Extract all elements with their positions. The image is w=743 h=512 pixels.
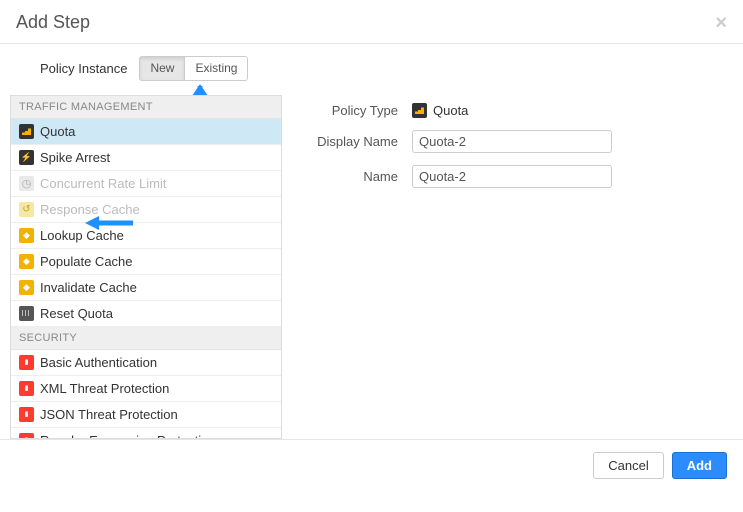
policy-item-json-threat[interactable]: JSON Threat Protection	[11, 402, 281, 428]
policy-item-quota[interactable]: Quota	[11, 119, 281, 145]
policy-item-label: Populate Cache	[40, 254, 133, 269]
close-icon[interactable]: ×	[715, 13, 727, 33]
policy-item-populate-cache[interactable]: Populate Cache	[11, 249, 281, 275]
policy-item-label: Basic Authentication	[40, 355, 157, 370]
existing-toggle-button[interactable]: Existing	[185, 56, 248, 81]
modal-title: Add Step	[16, 12, 90, 33]
policy-item-invalidate-cache[interactable]: Invalidate Cache	[11, 275, 281, 301]
spike-arrest-icon	[19, 150, 34, 165]
display-name-input[interactable]	[412, 130, 612, 153]
policy-instance-toggle: New Existing	[139, 56, 248, 81]
modal-header: Add Step ×	[0, 0, 743, 44]
policy-item-xml-threat[interactable]: XML Threat Protection	[11, 376, 281, 402]
policy-sidebar[interactable]: TRAFFIC MANAGEMENT Quota Spike Arrest Co…	[10, 95, 282, 439]
display-name-label: Display Name	[302, 134, 412, 149]
section-header-traffic: TRAFFIC MANAGEMENT	[11, 96, 281, 119]
concurrent-rate-limit-icon	[19, 176, 34, 191]
policy-instance-row: Policy Instance New Existing	[10, 56, 733, 89]
policy-item-basic-auth[interactable]: Basic Authentication	[11, 350, 281, 376]
populate-cache-icon	[19, 254, 34, 269]
basic-auth-icon	[19, 355, 34, 370]
policy-item-concurrent-rate-limit: Concurrent Rate Limit	[11, 171, 281, 197]
policy-type-value: Quota	[412, 103, 468, 118]
policy-item-lookup-cache[interactable]: Lookup Cache	[11, 223, 281, 249]
policy-item-label: Lookup Cache	[40, 228, 124, 243]
policy-instance-label: Policy Instance	[40, 61, 127, 76]
policy-item-response-cache: Response Cache	[11, 197, 281, 223]
policy-item-regex-protection[interactable]: Regular Expression Protection	[11, 428, 281, 439]
policy-detail-form: Policy Type Quota Display Name Name	[302, 95, 733, 439]
quota-icon	[412, 103, 427, 118]
policy-item-label: Spike Arrest	[40, 150, 110, 165]
new-toggle-button[interactable]: New	[139, 56, 185, 81]
json-threat-icon	[19, 407, 34, 422]
policy-item-label: Regular Expression Protection	[40, 433, 216, 439]
policy-type-label: Policy Type	[302, 103, 412, 118]
policy-item-label: JSON Threat Protection	[40, 407, 178, 422]
policy-item-label: Response Cache	[40, 202, 140, 217]
lookup-cache-icon	[19, 228, 34, 243]
name-label: Name	[302, 169, 412, 184]
policy-item-label: Quota	[40, 124, 75, 139]
reset-quota-icon	[19, 306, 34, 321]
modal-body: Policy Instance New Existing TRAFFIC MAN…	[0, 44, 743, 439]
policy-item-reset-quota[interactable]: Reset Quota	[11, 301, 281, 327]
regex-protection-icon	[19, 433, 34, 439]
policy-item-label: XML Threat Protection	[40, 381, 169, 396]
section-header-security: SECURITY	[11, 327, 281, 350]
add-button[interactable]: Add	[672, 452, 727, 479]
modal-footer: Cancel Add	[0, 439, 743, 491]
policy-item-label: Concurrent Rate Limit	[40, 176, 166, 191]
invalidate-cache-icon	[19, 280, 34, 295]
response-cache-icon	[19, 202, 34, 217]
name-input[interactable]	[412, 165, 612, 188]
policy-item-label: Invalidate Cache	[40, 280, 137, 295]
policy-item-spike-arrest[interactable]: Spike Arrest	[11, 145, 281, 171]
cancel-button[interactable]: Cancel	[593, 452, 663, 479]
policy-item-label: Reset Quota	[40, 306, 113, 321]
xml-threat-icon	[19, 381, 34, 396]
quota-icon	[19, 124, 34, 139]
